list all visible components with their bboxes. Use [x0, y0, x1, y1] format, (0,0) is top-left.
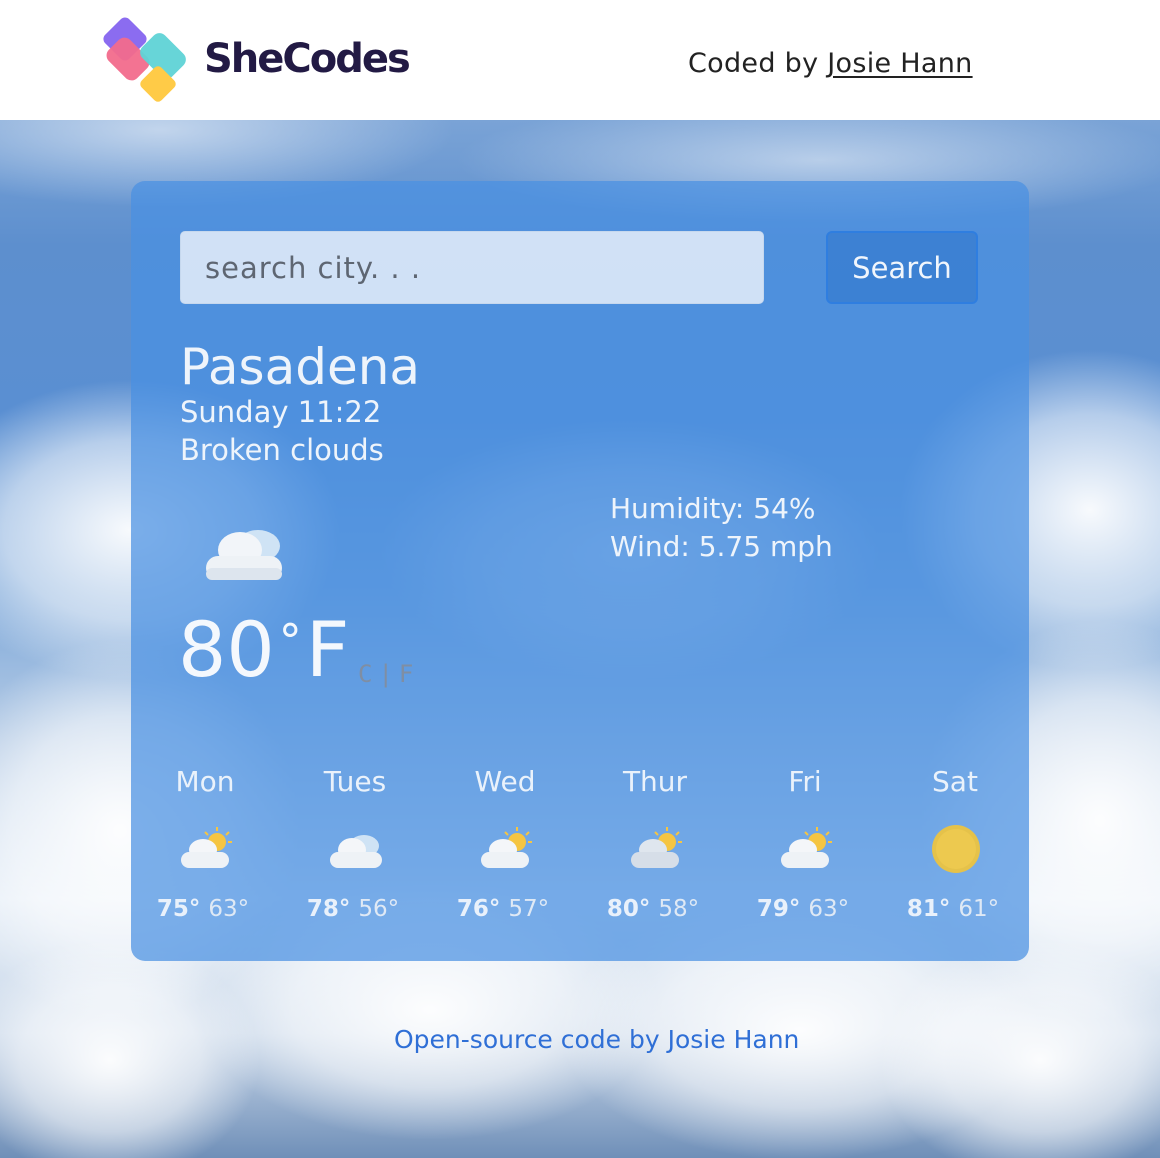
forecast-day: Sat: [932, 765, 978, 798]
forecast-temps: 80° 58°: [593, 896, 713, 922]
forecast-low: 56°: [358, 896, 400, 922]
cloud-icon: [206, 530, 282, 580]
credit-prefix: Coded by: [688, 48, 819, 79]
current-temperature: 80°F: [178, 612, 349, 688]
forecast-high: 79°: [756, 896, 801, 922]
forecast-low: 63°: [808, 896, 850, 922]
unit-toggle: C|F: [358, 660, 419, 688]
forecast-day: Tues: [323, 765, 387, 798]
current-datetime: Sunday 11:22: [180, 395, 382, 429]
humidity-text: Humidity: 54%: [610, 492, 816, 525]
partly-cloudy-icon: [781, 827, 832, 868]
forecast-low: 61°: [958, 896, 1000, 922]
unit-separator: |: [378, 660, 399, 688]
temp-unit: F: [305, 605, 350, 694]
celsius-link[interactable]: C: [358, 660, 378, 688]
forecast-high: 78°: [306, 896, 351, 922]
forecast-temps: 75° 63°: [143, 896, 263, 922]
forecast-low: 63°: [208, 896, 250, 922]
city-name: Pasadena: [180, 338, 421, 396]
forecast-high: 81°: [906, 896, 951, 922]
forecast-low: 57°: [508, 896, 550, 922]
open-source-link[interactable]: Open-source code by Josie Hann: [394, 1025, 799, 1054]
forecast-temps: 81° 61°: [893, 896, 1013, 922]
cloud-icon: [330, 835, 382, 868]
partly-cloudy-icon: [631, 827, 682, 868]
forecast-high: 80°: [606, 896, 651, 922]
partly-cloudy-icon: [481, 827, 532, 868]
forecast-day: Mon: [175, 765, 235, 798]
forecast-day: Fri: [788, 765, 822, 798]
forecast-temps: 76° 57°: [443, 896, 563, 922]
sun-icon: [932, 825, 980, 873]
brand-name: SheCodes: [204, 36, 411, 82]
site-header: SheCodes Coded by Josie Hann: [0, 0, 1160, 120]
weather-description: Broken clouds: [180, 433, 384, 467]
forecast-day: Thur: [622, 765, 688, 798]
wind-text: Wind: 5.75 mph: [610, 530, 833, 563]
partly-cloudy-icon: [181, 827, 232, 868]
fahrenheit-link[interactable]: F: [399, 660, 419, 688]
forecast-temps: 79° 63°: [743, 896, 863, 922]
temp-degree: °: [278, 614, 302, 668]
search-button[interactable]: Search: [826, 231, 978, 304]
author-link[interactable]: Josie Hann: [827, 48, 972, 79]
credit-line: Coded by Josie Hann: [688, 48, 973, 79]
forecast-low: 58°: [658, 896, 700, 922]
forecast-high: 76°: [456, 896, 501, 922]
shecodes-logo-icon: [103, 17, 186, 102]
forecast-high: 75°: [156, 896, 201, 922]
temp-value: 80: [178, 605, 275, 694]
forecast-day: Wed: [474, 765, 536, 798]
forecast-temps: 78° 56°: [293, 896, 413, 922]
search-input[interactable]: [180, 231, 764, 304]
